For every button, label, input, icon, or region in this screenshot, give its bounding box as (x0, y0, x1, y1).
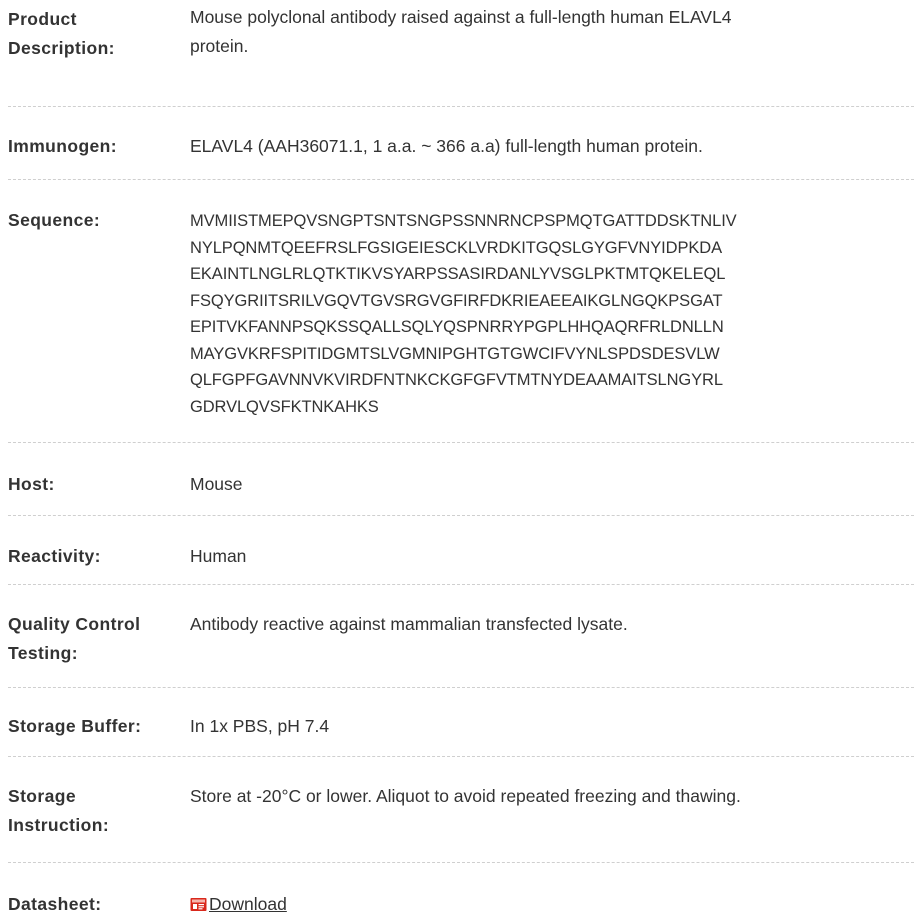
sequence-line: FSQYGRIITSRILVGQVTGVSRGVGFIRFDKRIEAEEAIK… (190, 291, 723, 310)
row-storage-buffer: Storage Buffer: In 1x PBS, pH 7.4 (8, 688, 914, 757)
value-reactivity: Human (190, 546, 247, 566)
row-sequence: Sequence: MVMIISTMEPQVSNGPTSNTSNGPSSNNRN… (8, 180, 914, 443)
label-product-description: Product Description: (8, 5, 190, 63)
label-host: Host: (8, 474, 55, 494)
label-line: Description: (8, 38, 115, 58)
label-line: Storage (8, 786, 76, 806)
row-quality-control: Quality Control Testing: Antibody reacti… (8, 585, 914, 688)
label-storage-buffer: Storage Buffer: (8, 716, 142, 736)
label-quality-control: Quality Control Testing: (8, 610, 190, 668)
product-spec-table: Product Description: Mouse polyclonal an… (8, 0, 914, 918)
label-datasheet: Datasheet: (8, 894, 102, 914)
sequence-line: MAYGVKRFSPITIDGMTSLVGMNIPGHTGTGWCIFVYNLS… (190, 344, 720, 363)
value-product-description: Mouse polyclonal antibody raised against… (190, 3, 914, 61)
sequence-line: GDRVLQVSFKTNKAHKS (190, 397, 379, 416)
value-storage-instruction: Store at -20°C or lower. Aliquot to avoi… (190, 786, 741, 806)
label-storage-instruction: Storage Instruction: (8, 782, 190, 840)
sequence-line: EPITVKFANNPSQKSSQALLSQLYQSPNRRYPGPLHHQAQ… (190, 318, 724, 336)
value-datasheet: Download (190, 890, 914, 921)
label-sequence: Sequence: (8, 210, 101, 230)
label-line: Quality Control (8, 614, 141, 634)
value-sequence: MVMIISTMEPQVSNGPTSNTSNGPSSNNRNCPSPMQTGAT… (190, 206, 914, 420)
label-line: Product (8, 9, 77, 29)
download-link-text[interactable]: Download (209, 890, 287, 919)
value-storage-buffer: In 1x PBS, pH 7.4 (190, 716, 330, 736)
row-datasheet: Datasheet: Download (8, 863, 914, 918)
label-line: Instruction: (8, 815, 110, 835)
value-host: Mouse (190, 474, 243, 494)
row-storage-instruction: Storage Instruction: Store at -20°C or l… (8, 757, 914, 863)
label-line: Testing: (8, 643, 78, 663)
pdf-file-icon (190, 898, 207, 911)
row-product-description: Product Description: Mouse polyclonal an… (8, 0, 914, 107)
value-quality-control: Antibody reactive against mammalian tran… (190, 614, 628, 634)
download-datasheet-link[interactable]: Download (190, 890, 287, 919)
sequence-line: QLFGPFGAVNNVKVIRDFNTNKCKGFGFVTMTNYDEAAMA… (190, 371, 723, 389)
sequence-line: NYLPQNMTQEEFRSLFGSIGEIESCKLVRDKITGQSLGYG… (190, 238, 722, 257)
sequence-line: EKAINTLNGLRLQTKTIKVSYARPSSASIRDANLYVSGLP… (190, 265, 726, 283)
row-immunogen: Immunogen: ELAVL4 (AAH36071.1, 1 a.a. ~ … (8, 107, 914, 180)
sequence-line: MVMIISTMEPQVSNGPTSNTSNGPSSNNRNCPSPMQTGAT… (190, 212, 737, 230)
label-immunogen: Immunogen: (8, 136, 117, 156)
row-host: Host: Mouse (8, 443, 914, 516)
value-line: Mouse polyclonal antibody raised against… (190, 7, 732, 27)
label-reactivity: Reactivity: (8, 546, 101, 566)
value-immunogen: ELAVL4 (AAH36071.1, 1 a.a. ~ 366 a.a) fu… (190, 136, 703, 156)
value-line: protein. (190, 36, 249, 56)
row-reactivity: Reactivity: Human (8, 516, 914, 585)
